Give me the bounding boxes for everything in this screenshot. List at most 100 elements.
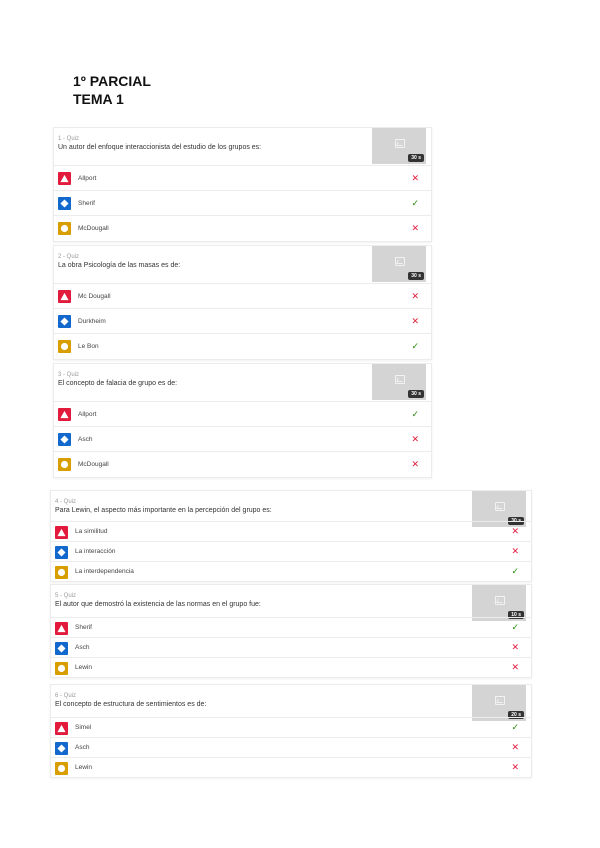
time-limit-badge: 30 s <box>408 272 424 280</box>
cross-icon: ✕ <box>411 459 419 469</box>
cross-icon: ✕ <box>511 762 519 772</box>
diamond-icon <box>58 197 71 210</box>
answer-text: Lewin <box>75 664 92 671</box>
answer-text: Mc Dougall <box>78 293 111 300</box>
quiz-number: 3 - Quiz <box>58 372 80 378</box>
quiz-question: El concepto de falacia de grupo es de: <box>58 380 178 387</box>
answer-row[interactable]: Asch ✕ <box>51 737 531 758</box>
quiz-number: 5 - Quiz <box>55 593 77 599</box>
answer-row[interactable]: Asch ✕ <box>51 637 531 658</box>
answer-row[interactable]: Mc Dougall ✕ <box>54 283 431 309</box>
check-icon: ✓ <box>511 722 519 732</box>
answer-row[interactable]: Lewin ✕ <box>51 657 531 678</box>
answer-text: Allport <box>78 175 97 182</box>
question-image-placeholder: 20 s <box>472 685 526 721</box>
triangle-icon <box>55 622 68 635</box>
answer-text: Le Bon <box>78 343 99 350</box>
answer-row[interactable]: McDougall ✕ <box>54 451 431 477</box>
time-limit-badge: 30 s <box>408 154 424 162</box>
quiz-card[interactable]: 3 - Quiz El concepto de falacia de grupo … <box>53 363 432 478</box>
quiz-question: La obra Psicología de las masas es de: <box>58 262 181 269</box>
triangle-icon <box>58 172 71 185</box>
diamond-icon <box>58 433 71 446</box>
cross-icon: ✕ <box>411 223 419 233</box>
cross-icon: ✕ <box>411 291 419 301</box>
quiz-card[interactable]: 1 - Quiz Un autor del enfoque interaccion… <box>53 127 432 242</box>
diamond-icon <box>55 546 68 559</box>
check-icon: ✓ <box>511 622 519 632</box>
answer-text: McDougall <box>78 225 109 232</box>
quiz-question: El concepto de estructura de sentimiento… <box>55 701 207 708</box>
diamond-icon <box>55 642 68 655</box>
image-icon <box>495 696 505 705</box>
quiz-number: 2 - Quiz <box>58 254 80 260</box>
answer-row[interactable]: Durkheim ✕ <box>54 308 431 334</box>
question-image-placeholder: 10 s <box>472 585 526 621</box>
answer-row[interactable]: Allport ✓ <box>54 401 431 427</box>
image-icon <box>395 257 405 266</box>
answer-text: McDougall <box>78 461 109 468</box>
answer-text: Asch <box>75 744 90 751</box>
circle-icon <box>58 222 71 235</box>
cross-icon: ✕ <box>411 434 419 444</box>
time-limit-badge: 30 s <box>408 390 424 398</box>
cross-icon: ✕ <box>511 642 519 652</box>
diamond-icon <box>55 742 68 755</box>
answer-text: Asch <box>78 436 93 443</box>
answer-text: Asch <box>75 644 90 651</box>
quiz-card[interactable]: 4 - Quiz Para Lewin, el aspecto más impor… <box>50 490 532 582</box>
triangle-icon <box>58 408 71 421</box>
answer-text: La interdependencia <box>75 568 134 575</box>
diamond-icon <box>58 315 71 328</box>
answer-row[interactable]: Sherif ✓ <box>51 617 531 638</box>
circle-icon <box>58 340 71 353</box>
answer-row[interactable]: La similitud ✕ <box>51 521 531 542</box>
check-icon: ✓ <box>411 341 419 351</box>
quiz-number: 1 - Quiz <box>58 136 80 142</box>
image-icon <box>495 502 505 511</box>
cross-icon: ✕ <box>511 662 519 672</box>
answer-text: Simel <box>75 724 92 731</box>
circle-icon <box>55 566 68 579</box>
quiz-question: Para Lewin, el aspecto más importante en… <box>55 507 272 514</box>
answer-row[interactable]: Sherif ✓ <box>54 190 431 216</box>
answer-row[interactable]: La interacción ✕ <box>51 541 531 562</box>
image-icon <box>395 139 405 148</box>
quiz-card[interactable]: 2 - Quiz La obra Psicología de las masas … <box>53 245 432 360</box>
question-image-placeholder: 30 s <box>372 128 426 164</box>
question-image-placeholder: 30 s <box>372 364 426 400</box>
answer-row[interactable]: Simel ✓ <box>51 717 531 738</box>
answer-row[interactable]: Lewin ✕ <box>51 757 531 778</box>
quiz-number: 6 - Quiz <box>55 693 77 699</box>
answer-row[interactable]: Asch ✕ <box>54 426 431 452</box>
quiz-card[interactable]: 6 - Quiz El concepto de estructura de sen… <box>50 684 532 778</box>
cross-icon: ✕ <box>511 526 519 536</box>
answer-text: Durkheim <box>78 318 106 325</box>
question-image-placeholder: 30 s <box>372 246 426 282</box>
quiz-question: Un autor del enfoque interaccionista del… <box>58 144 262 151</box>
check-icon: ✓ <box>511 566 519 576</box>
quiz-card[interactable]: 5 - Quiz El autor que demostró la existen… <box>50 584 532 678</box>
check-icon: ✓ <box>411 409 419 419</box>
answer-row[interactable]: Allport ✕ <box>54 165 431 191</box>
answer-row[interactable]: McDougall ✕ <box>54 215 431 241</box>
circle-icon <box>55 762 68 775</box>
answer-text: Sherif <box>75 624 92 631</box>
triangle-icon <box>55 722 68 735</box>
triangle-icon <box>55 526 68 539</box>
circle-icon <box>55 662 68 675</box>
answer-text: La similitud <box>75 528 108 535</box>
answer-text: Allport <box>78 411 97 418</box>
quiz-number: 4 - Quiz <box>55 499 77 505</box>
answer-text: Lewin <box>75 764 92 771</box>
page-title-line-1: 1º PARCIAL <box>73 73 151 89</box>
check-icon: ✓ <box>411 198 419 208</box>
triangle-icon <box>58 290 71 303</box>
quiz-question: El autor que demostró la existencia de l… <box>55 601 261 608</box>
answer-row[interactable]: Le Bon ✓ <box>54 333 431 359</box>
cross-icon: ✕ <box>411 316 419 326</box>
cross-icon: ✕ <box>511 546 519 556</box>
image-icon <box>495 596 505 605</box>
answer-text: La interacción <box>75 548 116 555</box>
answer-row[interactable]: La interdependencia ✓ <box>51 561 531 582</box>
